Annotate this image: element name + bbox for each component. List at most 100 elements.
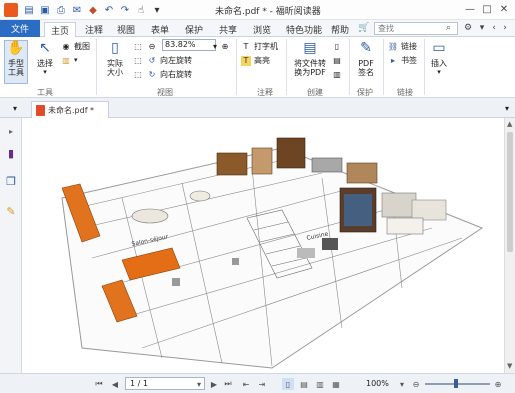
- vertical-scrollbar[interactable]: ▲ ▼: [504, 118, 515, 373]
- rotate-left-button[interactable]: ↺ 向左旋转: [147, 55, 192, 66]
- tab-list-button[interactable]: ▾: [502, 103, 515, 113]
- undo-icon[interactable]: ↶: [102, 3, 116, 17]
- zoom-in-icon: ⊕: [221, 41, 229, 51]
- pdf-file-icon: [36, 104, 45, 116]
- bookmark-panel-icon[interactable]: ▮: [4, 146, 18, 160]
- chevron-down-icon[interactable]: ▾: [476, 22, 488, 34]
- tab-menu-button[interactable]: ▾: [10, 103, 23, 113]
- tab-view[interactable]: 视图: [112, 22, 140, 37]
- search-icon[interactable]: ⌕: [446, 23, 451, 33]
- next-page-icon[interactable]: ▶: [208, 378, 220, 390]
- continuous-page-icon[interactable]: ▤: [298, 378, 310, 390]
- bookmark-icon: ▸: [390, 56, 395, 65]
- scroll-thumb[interactable]: [507, 132, 513, 252]
- close-icon[interactable]: ✕: [496, 2, 512, 16]
- snapshot-button[interactable]: ◉ 截图: [61, 41, 91, 52]
- tab-share[interactable]: 共享: [214, 22, 242, 37]
- create-clipboard-button[interactable]: ▥: [332, 69, 345, 79]
- document-tab[interactable]: 未命名.pdf *: [31, 101, 109, 118]
- clipboard-button[interactable]: ▥ ▾: [61, 55, 77, 65]
- gear-icon[interactable]: ⚙: [462, 22, 474, 34]
- document-canvas[interactable]: Salon-séjour Cuisine: [22, 118, 504, 373]
- scroll-down-icon[interactable]: ▼: [507, 362, 512, 370]
- pen-icon: ✎: [360, 39, 372, 56]
- single-page-icon[interactable]: ▯: [282, 378, 294, 390]
- convert-icon: ▤: [303, 39, 317, 56]
- fit-width-button[interactable]: ⬚: [133, 55, 146, 65]
- zoom-out-button[interactable]: ⊖: [147, 41, 160, 51]
- link-group-label: 链接: [397, 88, 413, 97]
- prev-page-icon[interactable]: ◀: [109, 378, 121, 390]
- zoom-in-button[interactable]: ⊕: [220, 41, 233, 51]
- status-bar: ⏮ ◀ 1 / 1 ▾ ▶ ⏭ ⇤ ⇥ ▯ ▤ ▥ ▦ 100% ▾ ⊖ ⊕: [0, 373, 515, 393]
- zoom-slider-handle[interactable]: [454, 379, 458, 388]
- pdf-icon[interactable]: ◆: [86, 3, 100, 17]
- app-logo-icon[interactable]: [4, 3, 18, 17]
- highlight-label: 高亮: [254, 56, 270, 65]
- hand-tool-button[interactable]: ✋ 手型工具: [4, 39, 28, 78]
- typewriter-button[interactable]: T 打字机: [241, 41, 278, 52]
- camera-icon: ◉: [62, 42, 70, 51]
- cursor-icon: ↖: [39, 39, 51, 56]
- prev-view-icon[interactable]: ⇤: [240, 378, 252, 390]
- chevron-right-icon[interactable]: ›: [499, 22, 511, 34]
- last-page-icon[interactable]: ⏭: [222, 378, 234, 390]
- scroll-up-icon[interactable]: ▲: [507, 120, 512, 128]
- file-menu[interactable]: 文件: [0, 20, 40, 37]
- next-view-icon[interactable]: ⇥: [256, 378, 268, 390]
- more-icon[interactable]: ▾: [150, 3, 164, 17]
- ribbon-separator: [286, 39, 287, 95]
- ribbon-separator: [96, 39, 97, 95]
- bookmark-button[interactable]: ▸ 书签: [388, 55, 417, 66]
- tools-group-label: 工具: [37, 88, 53, 97]
- tab-form[interactable]: 表单: [146, 22, 174, 37]
- fit-page-button[interactable]: ⬚: [133, 41, 146, 51]
- fit-visible-icon: ⬚: [134, 69, 142, 79]
- pdf-sign-button[interactable]: ✎ PDF签名: [352, 39, 380, 78]
- select-tool-button[interactable]: ↖ 选择 ▾: [32, 39, 58, 77]
- tab-home[interactable]: 主页: [44, 22, 76, 38]
- ribbon-separator: [424, 39, 425, 95]
- comments-panel-icon[interactable]: ✎: [4, 204, 18, 218]
- tab-protect[interactable]: 保护: [180, 22, 208, 37]
- maximize-icon[interactable]: □: [479, 2, 495, 16]
- zoom-menu-icon[interactable]: ▾: [396, 378, 408, 390]
- open-icon[interactable]: ▤: [22, 3, 36, 17]
- protect-group-label: 保护: [357, 88, 373, 97]
- hand-cursor-icon[interactable]: ☝: [134, 3, 148, 17]
- link-label: 链接: [401, 42, 417, 51]
- expand-panel-icon[interactable]: ▸: [4, 124, 18, 138]
- highlight-button[interactable]: T 高亮: [241, 55, 270, 66]
- insert-button[interactable]: ▭ 插入 ▾: [428, 39, 450, 77]
- tab-features[interactable]: 特色功能: [282, 22, 326, 37]
- highlight-icon: T: [241, 55, 251, 66]
- rotate-right-button[interactable]: ↻ 向右旋转: [147, 69, 192, 80]
- hand-icon: ✋: [7, 39, 25, 56]
- print-icon[interactable]: ⎙: [54, 3, 68, 17]
- link-button[interactable]: ⛓ 链接: [388, 41, 417, 52]
- zoom-in-icon[interactable]: ⊕: [492, 378, 504, 390]
- create-blank-button[interactable]: ▯: [332, 41, 345, 51]
- fit-visible-button[interactable]: ⬚: [133, 69, 146, 79]
- save-icon[interactable]: ▣: [38, 3, 52, 17]
- tab-help[interactable]: 帮助: [326, 22, 354, 37]
- page-dropdown-icon[interactable]: ▾: [193, 378, 205, 390]
- scan-icon: ▤: [333, 55, 341, 65]
- continuous-facing-icon[interactable]: ▦: [330, 378, 342, 390]
- facing-page-icon[interactable]: ▥: [314, 378, 326, 390]
- pages-panel-icon[interactable]: ❐: [4, 174, 18, 188]
- cart-icon[interactable]: 🛒: [358, 22, 370, 34]
- email-icon[interactable]: ✉: [70, 3, 84, 17]
- create-scan-button[interactable]: ▤: [332, 55, 345, 65]
- zoom-out-icon[interactable]: ⊖: [410, 378, 422, 390]
- minimize-icon[interactable]: —: [462, 2, 478, 16]
- actual-size-button[interactable]: ▯ 实际大小: [100, 39, 130, 78]
- redo-icon[interactable]: ↷: [118, 3, 132, 17]
- menu-bar: 文件 主页 注释 视图 表单 保护 共享 浏览 特色功能 帮助 🛒 查找 ⌕ ⚙…: [0, 20, 515, 38]
- first-page-icon[interactable]: ⏮: [93, 378, 105, 390]
- tab-comment[interactable]: 注释: [80, 22, 108, 37]
- zoom-percentage: 100%: [366, 379, 389, 388]
- convert-to-pdf-button[interactable]: ▤ 将文件转换为PDF: [290, 39, 330, 78]
- zoom-input[interactable]: 83.82%: [162, 39, 216, 51]
- tab-browse[interactable]: 浏览: [248, 22, 276, 37]
